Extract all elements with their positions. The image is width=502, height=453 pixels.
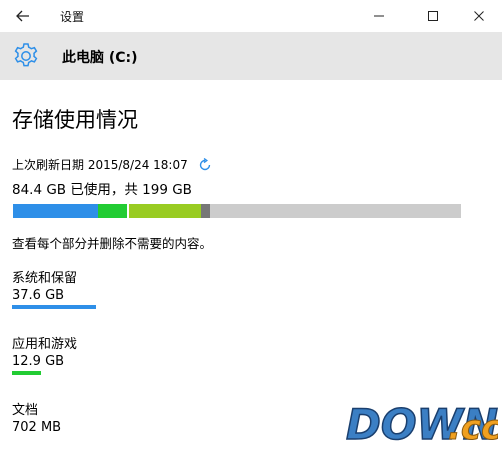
category-usage-bar — [12, 371, 41, 375]
settings-header: 此电脑 (C:) — [0, 32, 502, 80]
back-arrow-icon — [16, 10, 29, 22]
usage-segment — [98, 204, 127, 218]
category-name: 应用和游戏 — [12, 337, 78, 352]
usage-segment — [201, 204, 210, 218]
category-size: 12.9 GB — [12, 354, 65, 369]
description-text: 查看每个部分并删除不需要的内容。 — [12, 236, 213, 251]
usage-segment — [13, 204, 98, 218]
category-name: 文档 — [12, 403, 39, 418]
category-name: 系统和保留 — [12, 271, 78, 286]
category-usage-bar — [12, 305, 96, 309]
last-refresh-text: 上次刷新日期 2015/8/24 18:07 — [12, 158, 188, 172]
storage-usage-bar — [13, 204, 461, 218]
watermark-suffix-text: .cc — [448, 408, 498, 448]
minimize-button[interactable] — [356, 0, 402, 32]
watermark-logo: DOWN .cc — [336, 398, 498, 450]
title-bar: 设置 — [0, 0, 502, 32]
maximize-button[interactable] — [410, 0, 456, 32]
refresh-button[interactable] — [198, 157, 212, 172]
category-apps-games[interactable]: 应用和游戏 12.9 GB — [12, 336, 77, 375]
usage-segment — [129, 204, 201, 218]
category-documents[interactable]: 文档 702 MB — [12, 402, 61, 441]
gear-icon — [14, 43, 38, 67]
last-refresh-row: 上次刷新日期 2015/8/24 18:07 — [12, 156, 212, 173]
refresh-icon — [199, 157, 210, 170]
close-icon — [474, 11, 484, 21]
back-button[interactable] — [0, 0, 46, 32]
category-system-reserved[interactable]: 系统和保留 37.6 GB — [12, 270, 96, 309]
category-size: 702 MB — [12, 420, 62, 435]
minimize-icon — [374, 15, 384, 17]
usage-summary: 84.4 GB 已使用，共 199 GB — [12, 182, 192, 198]
page-heading: 此电脑 (C:) — [62, 50, 138, 66]
category-size: 37.6 GB — [12, 288, 65, 303]
window-title: 设置 — [60, 10, 85, 24]
close-button[interactable] — [456, 0, 502, 32]
maximize-icon — [428, 11, 438, 21]
page-title: 存储使用情况 — [12, 108, 138, 132]
